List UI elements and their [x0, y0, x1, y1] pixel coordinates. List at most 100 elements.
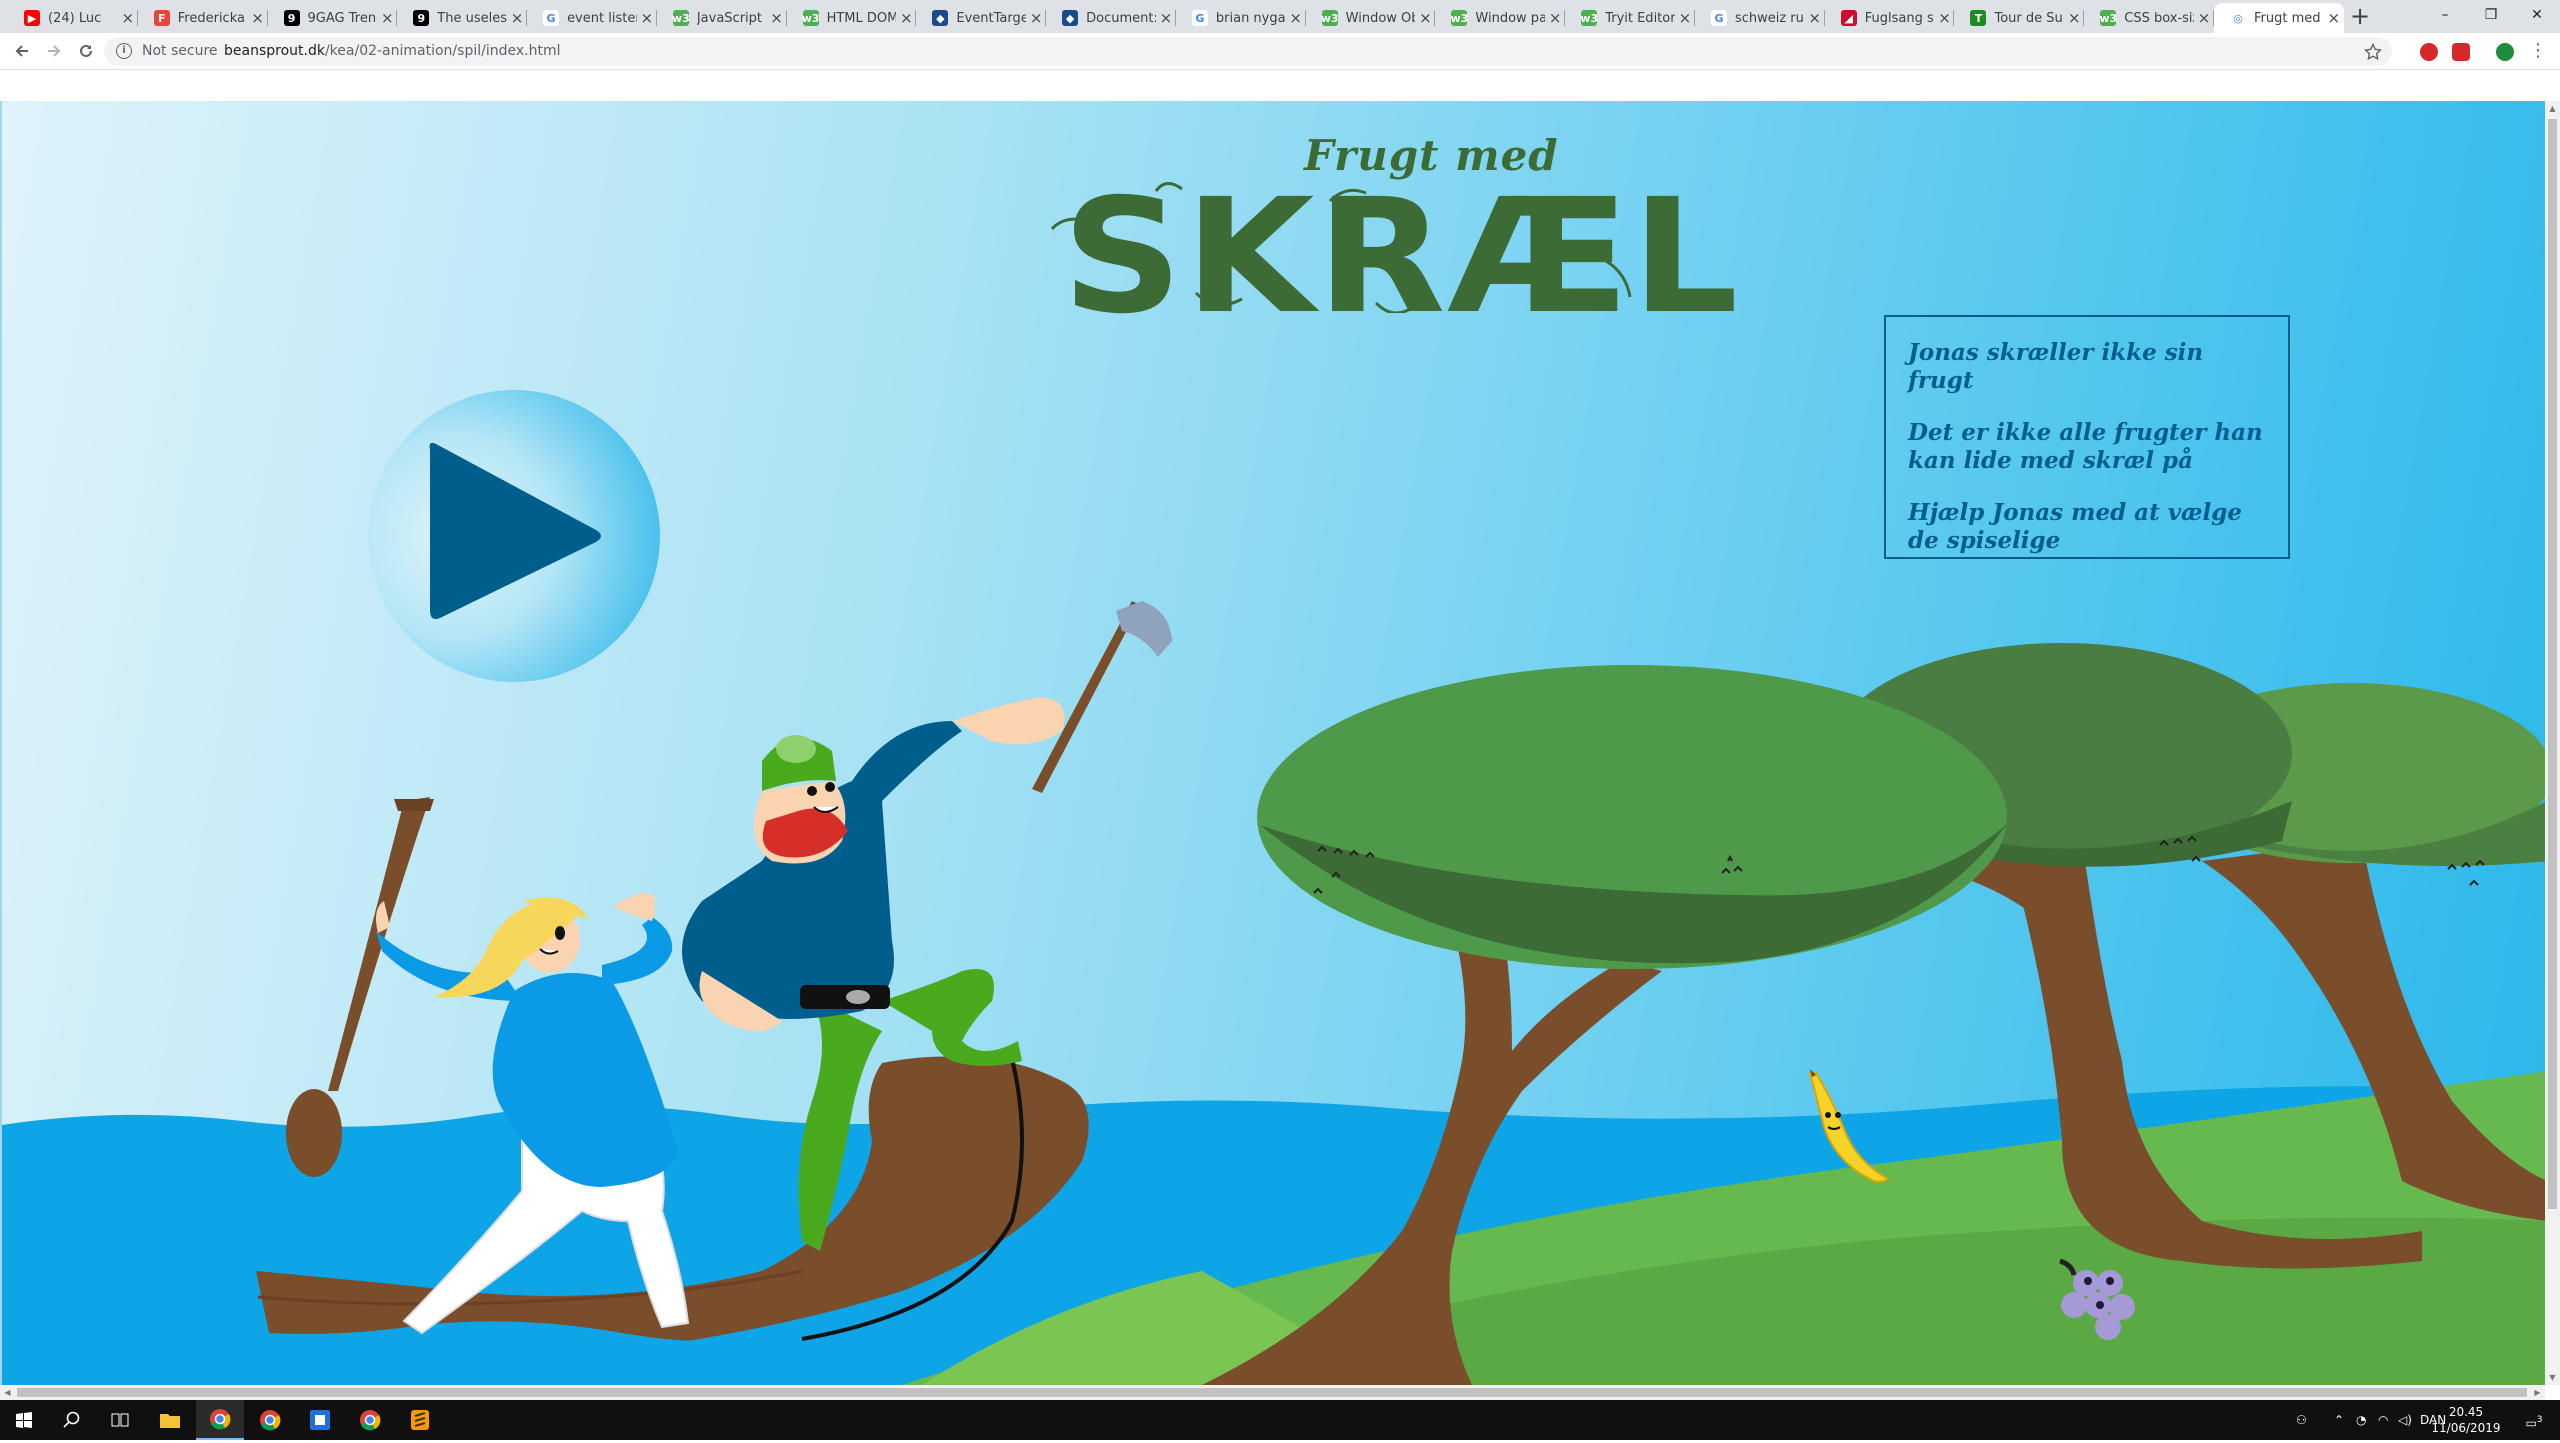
- forward-button[interactable]: [40, 37, 68, 65]
- youtube-icon: ▶: [24, 10, 40, 26]
- close-tab-icon[interactable]: ×: [1675, 9, 1695, 27]
- sublime-taskbar-button[interactable]: [396, 1400, 444, 1440]
- extension-icon[interactable]: [2452, 43, 2470, 61]
- notification-center-icon[interactable]: ▭3: [2518, 1400, 2550, 1440]
- new-tab-button[interactable]: +: [2346, 3, 2374, 31]
- tab-title: Document:: [1086, 10, 1156, 26]
- close-tab-icon[interactable]: ×: [1286, 9, 1306, 27]
- adblock-extension-icon[interactable]: [2420, 43, 2438, 61]
- close-window-button[interactable]: ✕: [2514, 0, 2560, 32]
- close-tab-icon[interactable]: ×: [1805, 9, 1825, 27]
- tab-title: CSS box-siz: [2124, 10, 2195, 26]
- close-tab-icon[interactable]: ×: [248, 9, 268, 27]
- tray-chevron-icon[interactable]: ⌃: [2334, 1400, 2344, 1440]
- horizontal-scroll-thumb[interactable]: [17, 1388, 2527, 1397]
- back-button[interactable]: [8, 37, 36, 65]
- game-page: Frugt med SKRÆL Jonas skræller ikke sin …: [0, 101, 2545, 1385]
- notification-count: 3: [2536, 1415, 2543, 1425]
- browser-tab[interactable]: ▶ (24) Luc ×: [8, 3, 138, 33]
- url-path: /kea/02-animation/spil/index.html: [324, 43, 561, 59]
- profile-avatar[interactable]: [2496, 43, 2514, 61]
- w3schools-icon: w3: [2099, 10, 2118, 26]
- network-icon[interactable]: ◔: [2356, 1400, 2366, 1440]
- tab-title: Tour de Sui: [1994, 10, 2065, 26]
- close-tab-icon[interactable]: ×: [2324, 9, 2344, 27]
- close-tab-icon[interactable]: ×: [1545, 9, 1565, 27]
- restore-button[interactable]: ❐: [2468, 0, 2514, 32]
- browser-tab[interactable]: T Tour de Sui ×: [1954, 3, 2085, 33]
- browser-tab[interactable]: ◆ EventTarget ×: [916, 3, 1047, 33]
- close-tab-icon[interactable]: ×: [507, 9, 527, 27]
- scroll-left-icon[interactable]: ◀: [0, 1385, 15, 1400]
- chrome-taskbar-button-3[interactable]: [346, 1400, 394, 1440]
- close-tab-icon[interactable]: ×: [896, 9, 916, 27]
- close-tab-icon[interactable]: ×: [377, 9, 397, 27]
- scroll-right-icon[interactable]: ▶: [2530, 1385, 2545, 1400]
- site-icon: ◢: [1840, 10, 1857, 26]
- chrome-icon: [210, 1409, 231, 1430]
- browser-tab[interactable]: ◎ Frugt med s ×: [2214, 3, 2344, 33]
- minimize-button[interactable]: –: [2422, 0, 2468, 32]
- chrome-taskbar-button[interactable]: [196, 1400, 244, 1440]
- browser-tab[interactable]: w3 Window Ob ×: [1306, 3, 1436, 33]
- clock-time: 20.45: [2448, 1405, 2484, 1419]
- reload-icon: [80, 44, 92, 57]
- horizontal-scrollbar[interactable]: ◀ ▶: [0, 1385, 2545, 1400]
- tab-title: Window Ob: [1345, 10, 1416, 26]
- browser-toolbar: i Not secure beansprout.dk/kea/02-animat…: [0, 33, 2560, 70]
- close-tab-icon[interactable]: ×: [1415, 9, 1435, 27]
- browser-tab[interactable]: 9 The useless ×: [397, 3, 528, 33]
- close-tab-icon[interactable]: ×: [1156, 9, 1176, 27]
- browser-tab[interactable]: w3 CSS box-siz ×: [2084, 3, 2215, 33]
- task-view-button[interactable]: [96, 1400, 144, 1440]
- title-vine-decoration: [1050, 182, 1672, 313]
- clock[interactable]: 20.45 11/06/2019: [2424, 1404, 2508, 1436]
- close-tab-icon[interactable]: ×: [2194, 9, 2214, 27]
- instructions-box: Jonas skræller ikke sin frugt Det er ikk…: [1884, 315, 2290, 559]
- browser-tab[interactable]: Gevent listene×: [527, 3, 657, 33]
- close-tab-icon[interactable]: ×: [1026, 9, 1046, 27]
- volume-icon[interactable]: ◁): [2398, 1400, 2412, 1440]
- browser-tab[interactable]: Gbrian nygaa×: [1176, 3, 1306, 33]
- chrome-taskbar-button-2[interactable]: [246, 1400, 294, 1440]
- instruction-line-2: Det er ikke alle frugter han kan lide me…: [1908, 419, 2263, 474]
- close-tab-icon[interactable]: ×: [1934, 9, 1954, 27]
- mdn-icon: ◆: [1062, 10, 1079, 26]
- address-bar[interactable]: i Not secure beansprout.dk/kea/02-animat…: [104, 37, 2392, 66]
- close-tab-icon[interactable]: ×: [637, 9, 657, 27]
- vertical-scrollbar[interactable]: ▲ ▼: [2545, 101, 2560, 1385]
- windows-taskbar: ⚇ ⌃ ◔ ◠ ◁) DAN 20.45 11/06/2019 ▭3: [0, 1400, 2560, 1440]
- browser-tab[interactable]: ◢ Fuglsang sk ×: [1825, 3, 1955, 33]
- reload-button[interactable]: [72, 37, 100, 65]
- task-view-icon: [111, 1413, 129, 1427]
- scroll-down-icon[interactable]: ▼: [2545, 1370, 2560, 1385]
- close-tab-icon[interactable]: ×: [767, 9, 787, 27]
- bookmark-star-icon[interactable]: [2364, 43, 2382, 61]
- play-button[interactable]: [368, 390, 660, 682]
- google-icon: G: [543, 10, 560, 26]
- scroll-up-icon[interactable]: ▲: [2545, 101, 2560, 116]
- mdn-icon: ◆: [932, 10, 949, 26]
- close-tab-icon[interactable]: ×: [2064, 9, 2084, 27]
- windows-logo-icon: [16, 1412, 32, 1428]
- browser-tab[interactable]: w3 Tryit Editor ×: [1565, 3, 1695, 33]
- file-explorer-button[interactable]: [146, 1400, 194, 1440]
- browser-tab[interactable]: Gschweiz run ×: [1695, 3, 1825, 33]
- close-tab-icon[interactable]: ×: [118, 9, 138, 27]
- browser-tab[interactable]: ◆ Document: ×: [1046, 3, 1176, 33]
- browser-tab[interactable]: w3 HTML DOM ×: [787, 3, 917, 33]
- vertical-scroll-thumb[interactable]: [2548, 119, 2557, 1209]
- browser-tab[interactable]: 9 9GAG Trendi×: [268, 3, 398, 33]
- browser-tab[interactable]: w3 JavaScript D×: [657, 3, 787, 33]
- wifi-icon[interactable]: ◠: [2378, 1400, 2388, 1440]
- browser-tab[interactable]: w3 Window pa ×: [1435, 3, 1566, 33]
- menu-icon[interactable]: ⋮: [2524, 37, 2552, 65]
- url-text[interactable]: beansprout.dk/kea/02-animation/spil/inde…: [224, 43, 560, 59]
- people-icon[interactable]: ⚇: [2296, 1400, 2307, 1440]
- info-icon[interactable]: i: [116, 43, 132, 59]
- search-button[interactable]: [48, 1400, 96, 1440]
- browser-tab[interactable]: F Fredericka the×: [138, 3, 268, 33]
- start-button[interactable]: [0, 1400, 48, 1440]
- paddle: [328, 797, 430, 1091]
- app-taskbar-button[interactable]: [296, 1400, 344, 1440]
